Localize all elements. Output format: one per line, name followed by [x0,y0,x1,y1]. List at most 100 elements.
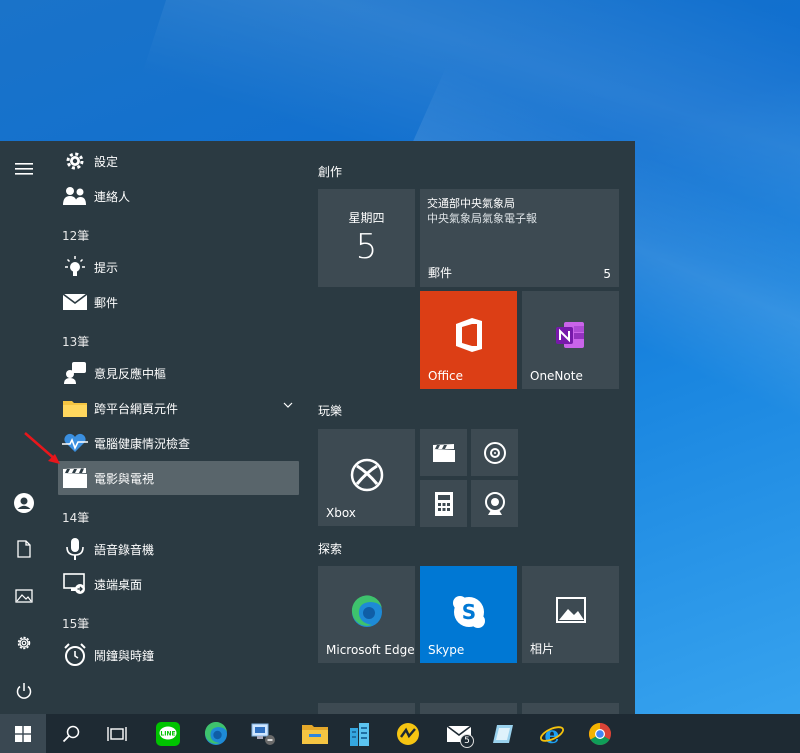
power-button[interactable] [0,669,48,713]
calculator-icon [434,491,453,516]
tile-group-header[interactable]: 探索 [318,540,342,557]
app-label: 遠端桌面 [94,577,143,592]
tile-group-header[interactable]: 創作 [318,163,342,180]
pictures-button[interactable] [0,574,48,618]
photos-tile[interactable]: 相片 [522,566,619,663]
photos-icon [555,596,586,623]
clapperboard-icon [63,468,87,488]
group-header[interactable]: 12筆 [62,227,89,244]
app-item-feedback-hub[interactable]: 意見反應中樞 [58,356,299,390]
folder-icon [63,401,87,417]
edge-taskbar-button[interactable] [193,714,239,753]
edge-icon [204,721,227,745]
app-item-tips[interactable]: 提示 [58,250,299,284]
onenote-tile[interactable]: OneNote [522,291,619,389]
hamburger-menu-icon [15,163,33,175]
chrome-button[interactable] [577,714,623,753]
app-item-movies-tv[interactable]: 電影與電視 [58,461,299,495]
calendar-date: 5 [355,227,378,267]
app-item-voice-recorder[interactable]: 語音錄音機 [58,532,299,566]
search-icon [62,725,80,742]
partial-tile[interactable] [420,703,517,714]
app-label: 電影與電視 [94,471,155,486]
office-icon [455,318,482,353]
start-button[interactable] [0,714,46,753]
settings-gear-icon [17,636,31,650]
partial-tile[interactable] [318,703,415,714]
annotation-arrow [24,432,60,464]
taskbar: LINE 5 e [0,714,800,753]
file-explorer-button[interactable] [292,714,338,753]
mail-subject: 中央氣象局氣象電子報 [427,212,537,225]
tile-label: 郵件 [428,266,453,280]
app-item-pc-health-check[interactable]: 電腦健康情況檢查 [58,426,299,460]
webcam-icon [484,491,505,515]
start-menu: 設定 連絡人 12筆 提示 郵件 13筆 意見反應中樞 跨平台網頁元件 電腦健康… [0,141,635,714]
expand-menu-button[interactable] [0,147,48,191]
group-header[interactable]: 14筆 [62,509,89,526]
buildings-app-button[interactable] [337,714,383,753]
calendar-tile[interactable]: 星期四 5 [318,189,415,287]
app-label: 設定 [94,154,119,169]
app-item-settings[interactable]: 設定 [58,144,299,178]
app-item-alarms-clock[interactable]: 鬧鐘與時鐘 [58,638,299,672]
app-folder-web-components[interactable]: 跨平台網頁元件 [58,391,299,425]
groove-music-tile[interactable] [471,429,518,476]
skype-icon: S [452,595,485,628]
group-header[interactable]: 15筆 [62,615,89,632]
edge-icon [351,595,382,627]
note-app-button[interactable] [481,714,527,753]
task-view-icon [107,726,127,741]
task-view-button[interactable] [94,714,140,753]
tile-label: Skype [428,643,465,657]
mail-taskbar-button[interactable]: 5 [436,714,482,753]
app-label: 跨平台網頁元件 [94,401,179,416]
app-list: 設定 連絡人 12筆 提示 郵件 13筆 意見反應中樞 跨平台網頁元件 電腦健康… [48,141,304,714]
app-label: 提示 [94,260,119,275]
search-button[interactable] [48,714,94,753]
user-account-icon [14,493,34,513]
user-account-button[interactable] [0,481,48,525]
onenote-icon [555,322,584,349]
power-icon [16,683,32,699]
internet-explorer-icon: e [540,722,564,746]
lightbulb-icon [65,256,85,276]
tile-label: Xbox [326,506,356,520]
windows-start-icon [15,725,31,742]
tile-label: Microsoft Edge [326,643,415,657]
start-menu-rail [0,141,48,714]
remote-desktop-icon [63,573,85,594]
line-app-icon: LINE [156,721,180,746]
mail-sender: 交通部中央氣象局 [427,197,515,210]
app-item-mail[interactable]: 郵件 [58,285,299,319]
settings-button[interactable] [0,621,48,665]
yellow-app-button[interactable] [385,714,431,753]
movies-tv-tile[interactable] [420,429,467,476]
internet-explorer-button[interactable]: e [529,714,575,753]
gear-icon [66,152,84,170]
app-label: 語音錄音機 [94,542,155,557]
mail-icon [63,293,87,310]
office-tile[interactable]: Office [420,291,517,389]
tile-label: Office [428,369,464,383]
app-item-people[interactable]: 連絡人 [58,179,299,213]
svg-text:e: e [544,722,559,746]
file-explorer-icon [302,724,328,744]
line-app-button[interactable]: LINE [145,714,191,753]
camera-tile[interactable] [471,480,518,527]
group-header[interactable]: 13筆 [62,333,89,350]
partial-tile[interactable] [522,703,619,714]
calculator-tile[interactable] [420,480,467,527]
alarm-clock-icon [64,643,86,666]
tile-group-header[interactable]: 玩樂 [318,402,342,419]
documents-button[interactable] [0,527,48,571]
mail-live-tile[interactable]: 交通部中央氣象局 中央氣象局氣象電子報 郵件 5 [420,189,619,287]
calendar-day: 星期四 [348,211,385,225]
network-app-button[interactable] [241,714,287,753]
clapperboard-icon [432,443,455,462]
app-item-remote-desktop[interactable]: 遠端桌面 [58,567,299,601]
xbox-tile[interactable]: Xbox [318,429,415,526]
edge-tile[interactable]: Microsoft Edge [318,566,415,663]
skype-tile[interactable]: S Skype [420,566,517,663]
buildings-app-icon [350,722,369,746]
